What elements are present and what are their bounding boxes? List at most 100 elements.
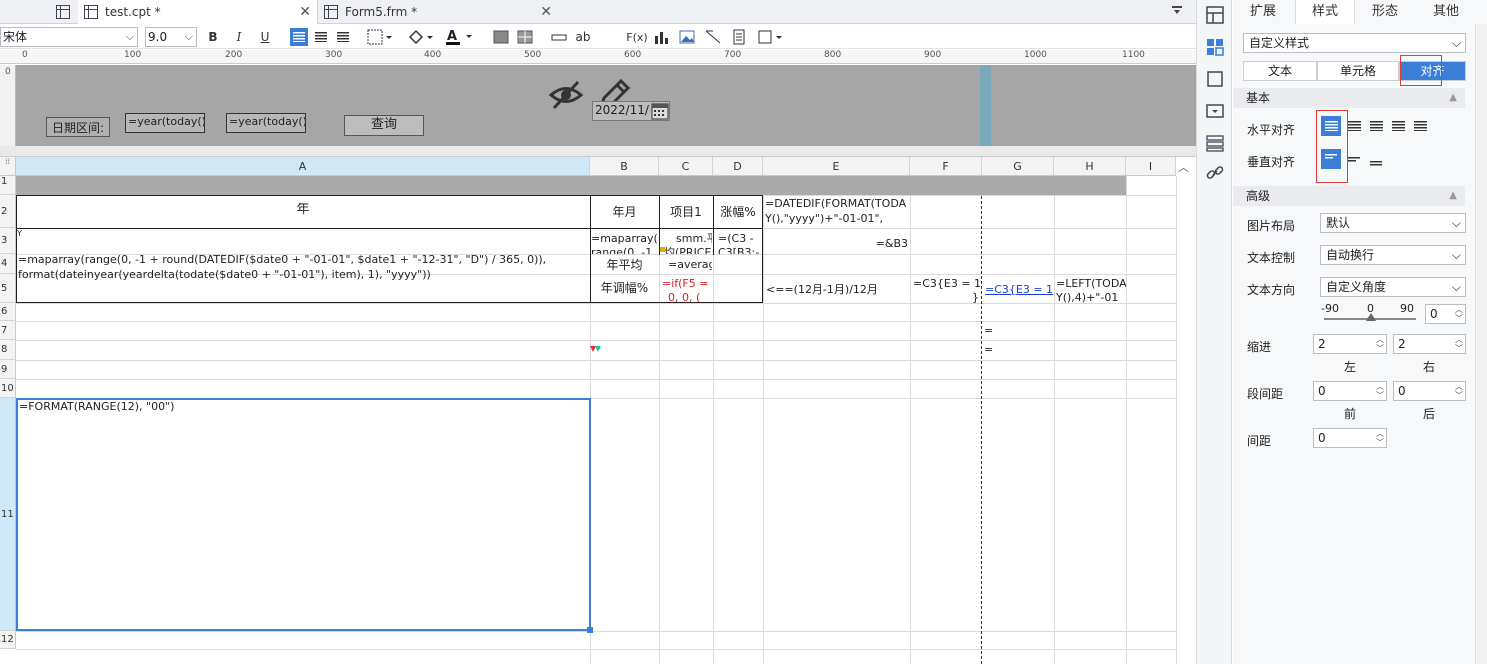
- cell-b3-line1[interactable]: =maparray(: [591, 232, 658, 246]
- cell-properties-icon[interactable]: [1206, 6, 1224, 24]
- cell-e3[interactable]: =&B3: [765, 237, 908, 251]
- cell-e2-line2[interactable]: Y(),"yyyy")+"-01-01",: [765, 212, 909, 226]
- tab-form5-frm[interactable]: Form5.frm * ✕: [318, 0, 558, 24]
- cell-e5[interactable]: <==(12月-1月)/12月: [766, 283, 908, 297]
- row-header-4[interactable]: 4: [0, 254, 16, 274]
- hidden-eye-icon[interactable]: [548, 79, 584, 111]
- cell-g8[interactable]: =: [984, 343, 993, 357]
- calendar-icon[interactable]: [651, 102, 669, 120]
- indent-right-input[interactable]: 2 ︿ ﹀: [1393, 334, 1466, 354]
- close-icon[interactable]: ✕: [540, 4, 552, 20]
- cell-a11-selection[interactable]: [16, 398, 591, 631]
- spinner-icon[interactable]: ︿ ﹀: [1376, 429, 1384, 447]
- cell-g7[interactable]: =: [984, 324, 993, 338]
- spreadsheet-grid[interactable]: ⁞⁞ A B C D E F G H I ︿ 1 2 3 4 5 6 7 8 9…: [0, 157, 1196, 664]
- row-header-8[interactable]: 8: [0, 340, 16, 360]
- subtab-cell[interactable]: 单元格: [1317, 61, 1399, 81]
- tab-other[interactable]: 其他: [1416, 0, 1476, 24]
- pane-divider[interactable]: [0, 146, 1196, 157]
- angle-input[interactable]: 0 ︿ ﹀: [1425, 304, 1466, 324]
- insert-chart-button[interactable]: [652, 28, 670, 46]
- tab-expand[interactable]: 扩展: [1233, 0, 1293, 24]
- insert-line-button[interactable]: [550, 28, 568, 46]
- cell-d2[interactable]: 涨幅%: [713, 205, 763, 219]
- spinner-icon[interactable]: ︿ ﹀: [1455, 305, 1463, 323]
- h-align-justify-button[interactable]: [1388, 116, 1408, 136]
- cell-c5-line1[interactable]: =if(F5 =: [662, 277, 712, 291]
- slash-cell-button[interactable]: [704, 28, 722, 46]
- fill-color-button[interactable]: [406, 28, 436, 46]
- row-header-12[interactable]: 12: [0, 631, 16, 649]
- text-direction-select[interactable]: 自定义角度 ⌵: [1320, 277, 1466, 297]
- tab-menu-icon[interactable]: [1170, 4, 1184, 18]
- column-header-f[interactable]: F: [910, 157, 982, 176]
- spinner-icon[interactable]: ︿ ﹀: [1455, 335, 1463, 353]
- cell-b5[interactable]: 年调幅%: [590, 281, 659, 295]
- spinner-icon[interactable]: ︿ ﹀: [1455, 382, 1463, 400]
- close-icon[interactable]: ✕: [299, 4, 311, 20]
- subtab-text[interactable]: 文本: [1243, 61, 1317, 81]
- cell-d3-line2[interactable]: C3[B3:-: [718, 246, 762, 254]
- style-select[interactable]: 自定义样式 ⌵: [1243, 33, 1466, 53]
- column-header-g[interactable]: G: [982, 157, 1054, 176]
- spinner-icon[interactable]: ︿ ﹀: [1376, 382, 1384, 400]
- merge-cells-button[interactable]: [492, 28, 510, 46]
- cell-c2[interactable]: 项目1: [659, 205, 713, 219]
- align-center-button[interactable]: [312, 28, 330, 46]
- row-header-7[interactable]: 7: [0, 321, 16, 340]
- column-header-i[interactable]: I: [1126, 157, 1176, 176]
- fill-handle[interactable]: [587, 627, 593, 633]
- start-date-field[interactable]: =year(today(): [125, 113, 205, 133]
- split-cells-button[interactable]: [516, 28, 534, 46]
- end-date-field[interactable]: =year(today(): [226, 113, 306, 133]
- insert-text-button[interactable]: ab: [574, 28, 592, 46]
- column-header-h[interactable]: H: [1054, 157, 1126, 176]
- cell-c5-line2[interactable]: 0, 0, (: [668, 291, 712, 305]
- v-align-bottom-button[interactable]: [1366, 149, 1386, 169]
- cell-h5-line1[interactable]: =LEFT(TODA: [1056, 277, 1126, 291]
- select-all-corner[interactable]: ⁞⁞: [0, 157, 16, 176]
- align-right-button[interactable]: [334, 28, 352, 46]
- tab-test-cpt[interactable]: test.cpt * ✕: [78, 0, 318, 24]
- column-header-c[interactable]: C: [659, 157, 713, 176]
- spacing-input[interactable]: 0 ︿ ﹀: [1313, 428, 1387, 448]
- font-color-button[interactable]: A: [444, 28, 474, 46]
- cell-e2-line1[interactable]: =DATEDIF(FORMAT(TODA: [765, 197, 909, 211]
- bold-button[interactable]: B: [204, 28, 222, 46]
- scroll-up-icon[interactable]: ︿: [1178, 159, 1189, 175]
- insert-formula-button[interactable]: F(x): [626, 28, 648, 46]
- indent-left-input[interactable]: 2 ︿ ﹀: [1313, 334, 1387, 354]
- cell-b3-line2[interactable]: range(0, -1: [591, 246, 658, 254]
- tab-style[interactable]: 样式: [1295, 0, 1355, 24]
- cell-f5-line1[interactable]: =C3{E3 = 12: [913, 277, 981, 291]
- font-size-select[interactable]: 9.0 ⌵: [145, 27, 197, 47]
- paragraph-before-input[interactable]: 0 ︿ ﹀: [1313, 381, 1387, 401]
- italic-button[interactable]: I: [230, 28, 248, 46]
- cell-c4[interactable]: =averag: [668, 258, 712, 272]
- column-header-a[interactable]: A: [16, 157, 590, 176]
- sub-report-button[interactable]: [730, 28, 748, 46]
- cell-a3-line2[interactable]: format(dateinyear(yeardelta(todate($date…: [18, 268, 588, 282]
- cell-c3-line2[interactable]: 均(PRICE: [664, 246, 712, 254]
- row-header-1[interactable]: 1: [0, 176, 16, 195]
- section-basic[interactable]: 基本 ▲: [1233, 88, 1465, 108]
- cell-f5-line2[interactable]: }: [913, 291, 979, 305]
- row-header-10[interactable]: 10: [0, 379, 16, 398]
- text-control-select[interactable]: 自动换行 ⌵: [1320, 245, 1466, 265]
- h-align-right-button[interactable]: [1366, 116, 1386, 136]
- cell-h5-line2[interactable]: Y(),4)+"-01: [1056, 291, 1126, 305]
- align-left-button[interactable]: [290, 28, 308, 46]
- row-header-2[interactable]: 2: [0, 195, 16, 228]
- section-advanced[interactable]: 高级 ▲: [1233, 186, 1465, 206]
- hyperlink-icon[interactable]: [1206, 164, 1224, 182]
- cell-a11[interactable]: =FORMAT(RANGE(12), "00"): [19, 400, 589, 414]
- underline-button[interactable]: U: [256, 28, 274, 46]
- paragraph-after-input[interactable]: 0 ︿ ﹀: [1393, 381, 1466, 401]
- angle-slider-thumb[interactable]: [1366, 313, 1376, 321]
- column-header-d[interactable]: D: [713, 157, 763, 176]
- cell-a3-line1[interactable]: =maparray(range(0, -1 + round(DATEDIF($d…: [18, 253, 588, 267]
- cell-c3-line1[interactable]: smm.平: [676, 232, 712, 246]
- h-align-distributed-button[interactable]: [1410, 116, 1430, 136]
- grid-icon[interactable]: [56, 5, 77, 22]
- condition-attribute-icon[interactable]: [1206, 70, 1224, 88]
